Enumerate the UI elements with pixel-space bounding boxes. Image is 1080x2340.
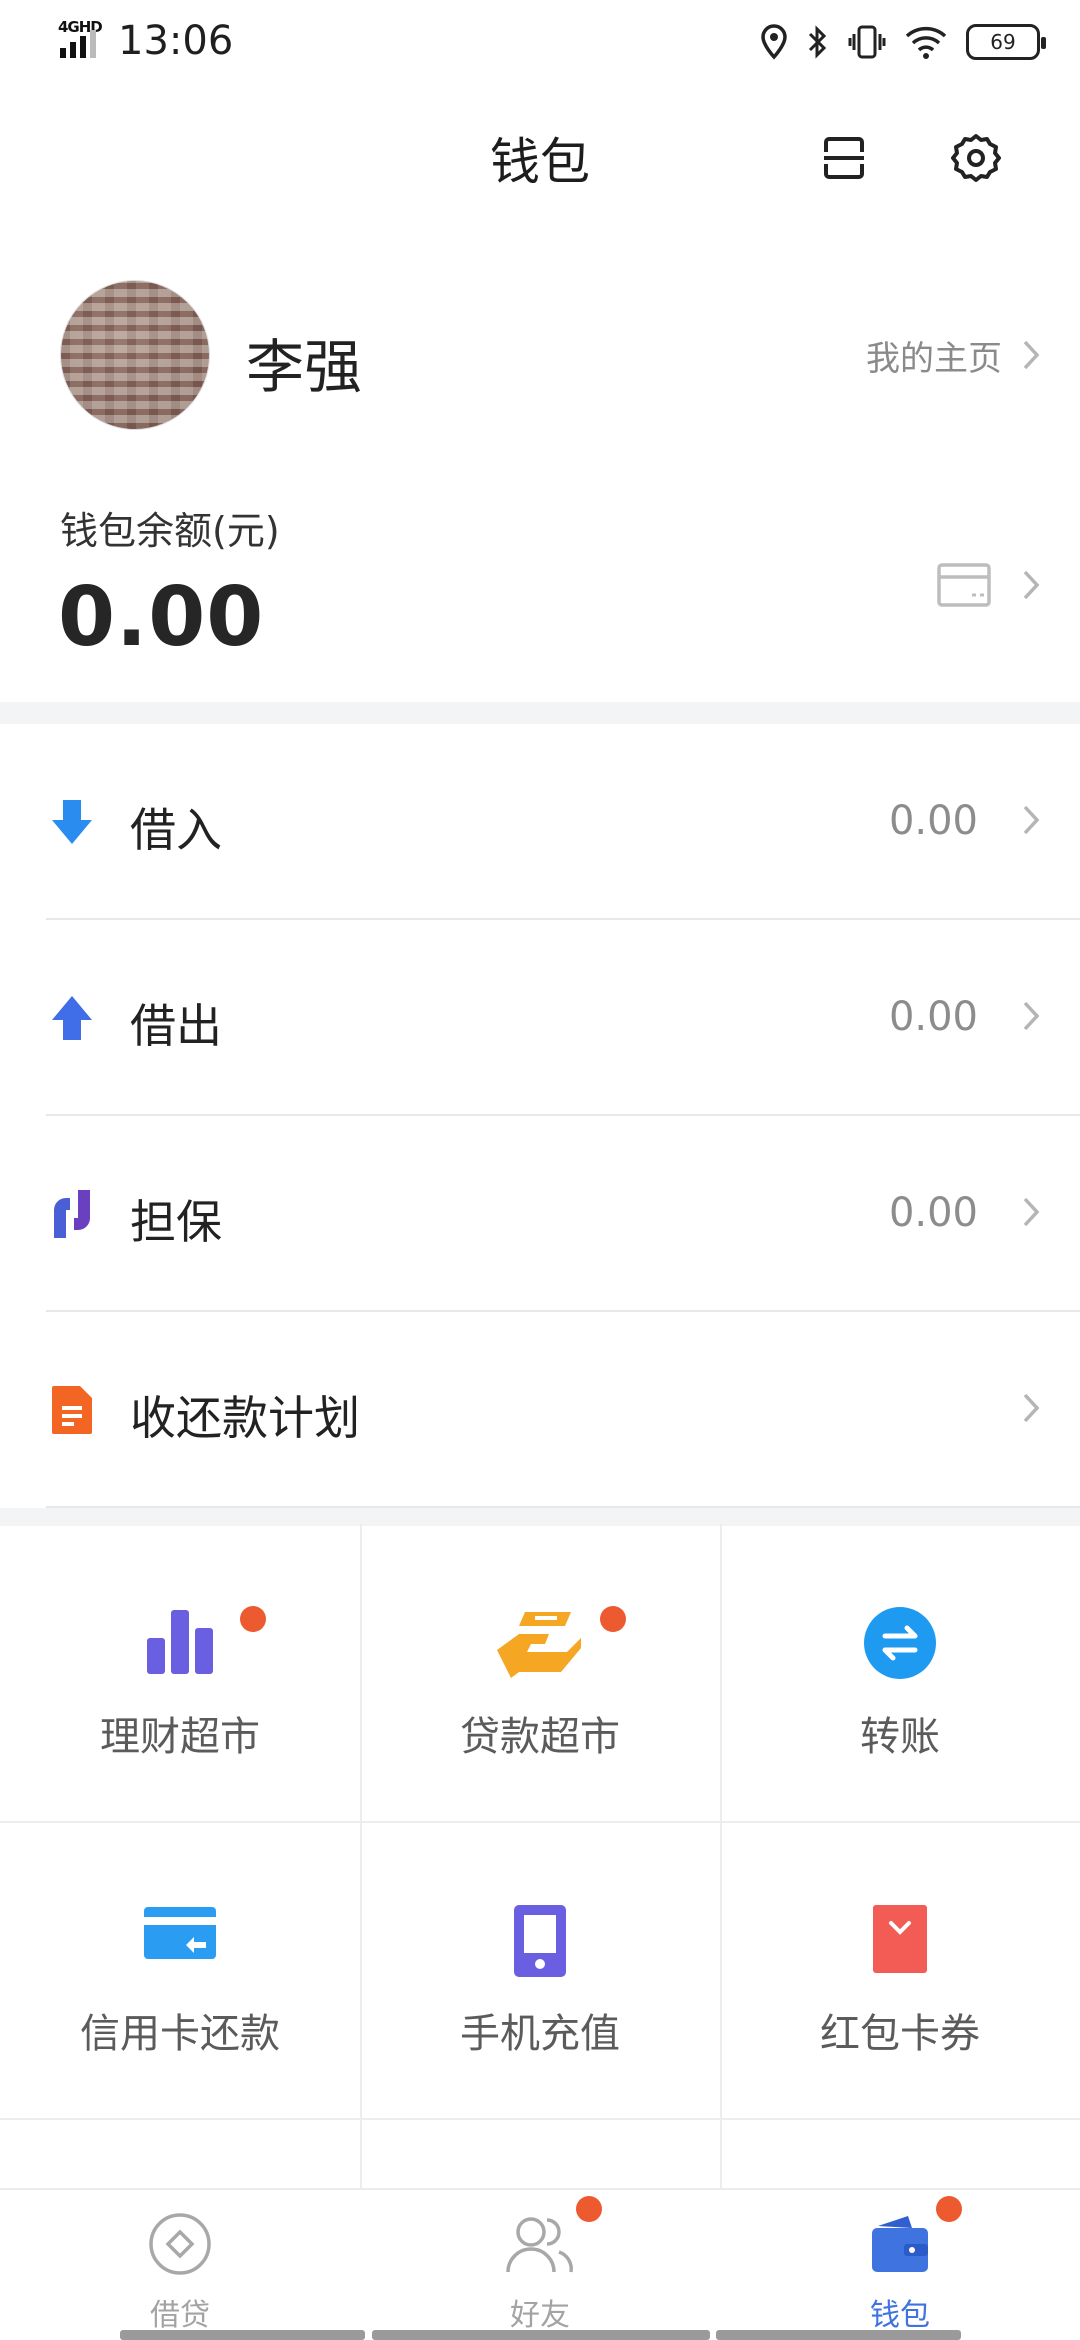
tab-label: 借贷 bbox=[150, 2298, 210, 2333]
grid-item-red-envelope[interactable]: 红包卡券 bbox=[720, 1821, 1080, 2118]
page-title: 钱包 bbox=[490, 133, 590, 191]
badge-dot bbox=[936, 2196, 962, 2222]
grid-item-label: 贷款超市 bbox=[460, 1714, 620, 1760]
bank-card-icon bbox=[937, 563, 991, 607]
grid-item-label: 手机充值 bbox=[460, 2011, 620, 2057]
chevron-right-icon bbox=[1023, 1393, 1040, 1423]
location-icon bbox=[761, 24, 787, 60]
grid-item-label: 信用卡还款 bbox=[80, 2011, 280, 2057]
tab-wallet[interactable]: 钱包 bbox=[720, 2190, 1080, 2340]
balance-label: 钱包余额(元) bbox=[60, 509, 280, 553]
chevron-right-icon bbox=[1023, 570, 1040, 600]
friends-icon bbox=[360, 2212, 720, 2282]
tab-friends[interactable]: 好友 bbox=[360, 2190, 720, 2340]
badge-dot bbox=[600, 1606, 626, 1632]
transfer-icon bbox=[720, 1606, 1080, 1686]
list-item-value: 0.00 bbox=[888, 798, 978, 844]
balance-amount: 0.00 bbox=[58, 570, 265, 665]
wallet-icon bbox=[720, 2212, 1080, 2282]
tab-label: 好友 bbox=[510, 2298, 570, 2333]
chevron-right-icon bbox=[1023, 340, 1040, 370]
battery-icon: 69 bbox=[966, 24, 1046, 60]
list-item-label: 担保 bbox=[130, 1195, 222, 1249]
cellular-signal-icon: 4GHD bbox=[58, 18, 108, 60]
home-indicator bbox=[120, 2330, 365, 2340]
phone-icon bbox=[360, 1903, 720, 1983]
home-indicator bbox=[716, 2330, 961, 2340]
bank-card-link[interactable] bbox=[936, 555, 1040, 615]
grid-item-credit-card-repay[interactable]: 信用卡还款 bbox=[0, 1821, 360, 2118]
loan-icon bbox=[0, 2212, 360, 2282]
avatar[interactable] bbox=[60, 280, 210, 430]
grid-item-transfer[interactable]: 转账 bbox=[720, 1524, 1080, 1821]
bluetooth-icon bbox=[808, 25, 827, 59]
scan-button[interactable] bbox=[808, 122, 880, 194]
list-item-label: 借入 bbox=[130, 803, 222, 857]
arrow-down-icon bbox=[46, 796, 98, 848]
battery-level: 69 bbox=[990, 30, 1016, 54]
grid-item-label: 转账 bbox=[860, 1714, 940, 1760]
list-item-borrow-in[interactable]: 借入 0.00 bbox=[0, 724, 1080, 920]
list-item-guarantee[interactable]: 担保 0.00 bbox=[0, 1116, 1080, 1312]
hand-money-icon bbox=[360, 1606, 720, 1686]
chevron-right-icon bbox=[1023, 1001, 1040, 1031]
bottom-nav: 借贷 好友 钱包 bbox=[0, 2188, 1080, 2340]
my-homepage-label: 我的主页 bbox=[866, 338, 1002, 379]
scan-icon bbox=[824, 137, 864, 179]
grid-item-label: 理财超市 bbox=[100, 1714, 260, 1760]
settings-icon bbox=[951, 134, 1001, 182]
badge-dot bbox=[576, 2196, 602, 2222]
bar-chart-icon bbox=[0, 1606, 360, 1686]
grid-item-loan-market[interactable]: 贷款超市 bbox=[360, 1524, 720, 1821]
feature-grid: 理财超市 贷款超市 转账 信用卡还款 手机充值 红包卡券 bbox=[0, 1524, 1080, 2192]
list-item-value: 0.00 bbox=[888, 1190, 978, 1236]
list-item-borrow-out[interactable]: 借出 0.00 bbox=[0, 920, 1080, 1116]
grid-item-wealth-market[interactable]: 理财超市 bbox=[0, 1524, 360, 1821]
list-item-value: 0.00 bbox=[888, 994, 978, 1040]
grid-item-phone-recharge[interactable]: 手机充值 bbox=[360, 1821, 720, 2118]
arrow-up-icon bbox=[46, 992, 98, 1044]
list-item-label: 借出 bbox=[130, 999, 222, 1053]
chevron-right-icon bbox=[1023, 805, 1040, 835]
list-item-repayment-plan[interactable]: 收还款计划 bbox=[0, 1312, 1080, 1508]
badge-dot bbox=[240, 1606, 266, 1632]
my-homepage-link[interactable]: 我的主页 bbox=[866, 330, 1040, 380]
red-envelope-icon bbox=[720, 1903, 1080, 1983]
tab-loan[interactable]: 借贷 bbox=[0, 2190, 360, 2340]
settings-button[interactable] bbox=[940, 122, 1012, 194]
credit-card-icon bbox=[0, 1903, 360, 1983]
status-bar: 4GHD 13:06 69 bbox=[0, 0, 1080, 84]
wifi-icon bbox=[905, 26, 947, 59]
document-icon bbox=[46, 1384, 98, 1436]
vibrate-icon bbox=[848, 25, 886, 59]
home-indicator bbox=[372, 2330, 710, 2340]
status-time: 13:06 bbox=[118, 18, 234, 64]
list-item-label: 收还款计划 bbox=[130, 1391, 360, 1445]
guarantee-icon bbox=[46, 1188, 98, 1240]
user-name: 李强 bbox=[246, 333, 363, 401]
tab-label: 钱包 bbox=[870, 2298, 930, 2333]
grid-item-label: 红包卡券 bbox=[820, 2011, 980, 2057]
section-divider bbox=[0, 702, 1080, 724]
chevron-right-icon bbox=[1023, 1197, 1040, 1227]
